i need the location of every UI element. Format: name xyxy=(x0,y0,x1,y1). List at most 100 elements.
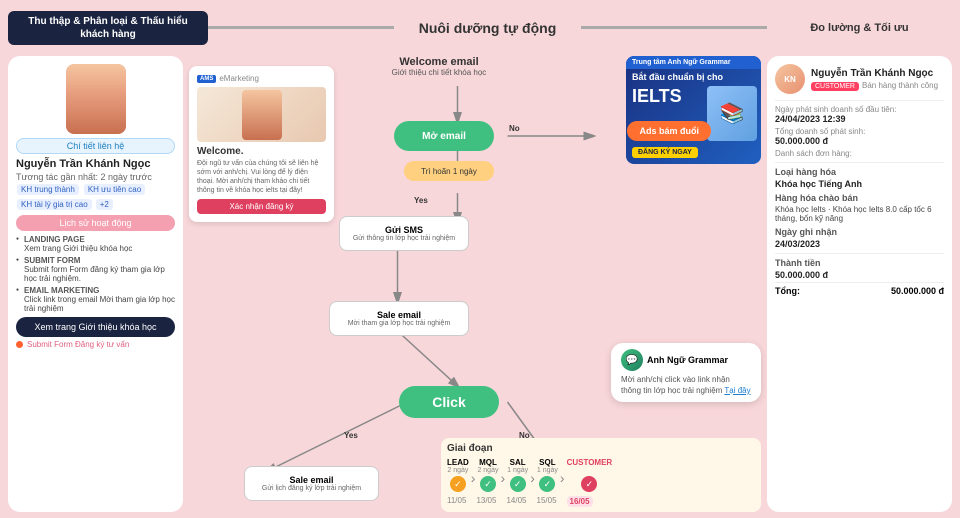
right-avatar: KN xyxy=(775,64,805,94)
ielts-subtitle: Bắt đầu chuẩn bị cho xyxy=(626,69,761,86)
connector-right xyxy=(581,26,767,29)
history-item-1: SUBMIT FORM Submit form Form đăng ký tha… xyxy=(16,256,175,283)
tag-priority: KH ưu tiên cao xyxy=(84,184,145,195)
order-date-value: 24/03/2023 xyxy=(775,239,944,249)
click-box: Click xyxy=(399,386,499,418)
stage-lead-circle: ✓ xyxy=(450,476,466,492)
ielts-register-btn[interactable]: ĐĂNG KÝ NGAY xyxy=(632,147,698,158)
sms-sender: Anh Ngữ Grammar xyxy=(647,355,728,365)
header-left-badge: Thu thập & Phân loại & Thấu hiểu khách h… xyxy=(8,11,208,45)
ielts-image: 📚 xyxy=(707,86,757,141)
connector-left xyxy=(208,26,394,29)
arrow-3: › xyxy=(530,458,535,486)
product-type-title: Loại hàng hóa xyxy=(775,167,944,177)
total-value: 50.000.000 đ xyxy=(775,270,944,280)
header-left: Thu thập & Phân loại & Thấu hiểu khách h… xyxy=(8,5,208,50)
tri-hoan-box: Trì hoãn 1 ngày xyxy=(404,161,494,181)
order-date-label: Ngày ghi nhận xyxy=(775,227,944,237)
history-item-1-title: SUBMIT FORM xyxy=(24,256,175,265)
history-item-0-title: LANDING PAGE xyxy=(24,235,175,244)
sms-text-content: Mời anh/chị click vào link nhận thông ti… xyxy=(621,375,730,394)
main-content: Chí tiết liên hệ Nguyễn Trần Khánh Ngọc … xyxy=(0,50,960,518)
stage-customer-days xyxy=(588,467,590,474)
giai-doan-section: Giai đoạn LEAD 2 ngày ✓ › MQL 2 ngày ✓ ›… xyxy=(441,438,761,512)
sms-chat-bubble: 💬 Anh Ngữ Grammar Mời anh/chị click vào … xyxy=(611,343,761,402)
right-avatar-row: KN Nguyễn Trần Khánh Ngọc CUSTOMER Bán h… xyxy=(775,64,944,94)
history-item-2-title: EMAIL MARKETING xyxy=(24,286,175,295)
history-item-2-desc: Click link trong email Mời tham gia lớp … xyxy=(24,295,175,313)
grand-total-value: 50.000.000 đ xyxy=(891,286,944,296)
divider-1 xyxy=(775,100,944,101)
arrow-2: › xyxy=(500,458,505,486)
contact-badge: Chí tiết liên hệ xyxy=(16,138,175,154)
dot-icon xyxy=(16,341,23,348)
email-logo: AMS xyxy=(197,75,216,83)
avatar-person xyxy=(66,64,126,134)
last-interact: Tương tác gần nhất: 2 ngày trước xyxy=(16,172,175,182)
header-mid: Nuôi dưỡng tự động xyxy=(394,5,580,50)
date-3: 15/05 xyxy=(537,496,557,507)
sale-email-2-box: Sale email Gửi lịch đăng ký lớp trải ngh… xyxy=(244,466,379,501)
gui-sms-box: Gửi SMS Gửi thông tin lớp học trải nghiệ… xyxy=(339,216,469,251)
tag-loyal: KH trung thành xyxy=(17,184,79,195)
history-item-1-desc: Submit form Form đăng ký tham gia lớp họ… xyxy=(24,265,175,283)
divider-2 xyxy=(775,162,944,163)
ielts-banner: Trung tâm Anh Ngữ Grammar Bắt đầu chuẩn … xyxy=(626,56,761,164)
stage-customer: CUSTOMER ✓ xyxy=(567,458,613,492)
gui-sms-title: Gửi SMS xyxy=(385,225,423,235)
mo-email-box: Mở email xyxy=(394,121,494,151)
ads-button: Ads bám đuổi xyxy=(627,121,711,141)
customer-badge: CUSTOMER xyxy=(811,82,859,91)
history-item-0: LANDING PAGE Xem trang Giới thiệu khóa h… xyxy=(16,235,175,253)
header-mid-text: Nuôi dưỡng tự động xyxy=(419,20,557,36)
history-button[interactable]: Lịch sử hoạt động xyxy=(16,215,175,231)
history-item-0-desc: Xem trang Giới thiệu khóa học xyxy=(24,244,175,253)
sale-email-1-title: Sale email xyxy=(377,310,421,320)
giai-doan-title: Giai đoạn xyxy=(447,443,755,454)
date-field: Ngày phát sinh doanh số đầu tiên: 24/04/… xyxy=(775,105,944,124)
tag-value: KH tài lý gia trị cao xyxy=(17,199,92,210)
arrow-4: › xyxy=(560,458,565,486)
stage-sql-label: SQL xyxy=(539,458,555,467)
product-label: Hàng hóa chào bán xyxy=(775,193,944,203)
product-type-value: Khóa học Tiếng Anh xyxy=(775,179,944,189)
stage-mql-label: MQL xyxy=(479,458,497,467)
stage-mql-circle: ✓ xyxy=(480,476,496,492)
stage-customer-label: CUSTOMER xyxy=(567,458,613,467)
email-card-image xyxy=(197,87,326,142)
gui-sms-sub: Gửi thông tin lớp học trải nghiệm xyxy=(353,235,455,242)
orders-label: Danh sách đơn hàng: xyxy=(775,149,944,158)
view-course-button[interactable]: Xem trang Giới thiệu khóa học xyxy=(16,317,175,337)
sale-email-1-box: Sale email Mời tham gia lớp học trải ngh… xyxy=(329,301,469,336)
submit-form-label: Submit Form Đăng ký tư vấn xyxy=(27,340,129,349)
total-label: Thành tiền xyxy=(775,258,944,268)
stage-sql-circle: ✓ xyxy=(539,476,555,492)
stage-sql-days: 1 ngày xyxy=(537,467,558,474)
date-1: 13/05 xyxy=(476,496,496,507)
divider-3 xyxy=(775,253,944,254)
dates-row: 11/05 13/05 14/05 15/05 16/05 xyxy=(447,496,755,507)
stage-mql: MQL 2 ngày ✓ xyxy=(477,458,498,492)
revenue-value: 50.000.000 đ xyxy=(775,136,944,146)
stage-lead-days: 2 ngày xyxy=(447,467,468,474)
email-preview-card: AMS eMarketing Welcome. Đội ngũ tư vấn c… xyxy=(189,66,334,222)
orders-field: Danh sách đơn hàng: xyxy=(775,149,944,158)
stage-customer-circle: ✓ xyxy=(581,476,597,492)
stages-row: LEAD 2 ngày ✓ › MQL 2 ngày ✓ › SAL 1 ngà… xyxy=(447,458,755,492)
arrow-1: › xyxy=(471,458,476,486)
history-item-2: EMAIL MARKETING Click link trong email M… xyxy=(16,286,175,313)
date-label: Ngày phát sinh doanh số đầu tiên: xyxy=(775,105,944,114)
sale-email-1-sub: Mời tham gia lớp học trải nghiệm xyxy=(348,320,451,327)
email-brand: eMarketing xyxy=(219,74,259,83)
email-card-header: AMS eMarketing xyxy=(197,74,326,83)
stage-sal-days: 1 ngày xyxy=(507,467,528,474)
sms-link[interactable]: Tại đây xyxy=(724,386,750,395)
product-type-field: Khóa học Tiếng Anh xyxy=(775,179,944,189)
welcome-email-box: Welcome email Giới thiệu chi tiết khóa h… xyxy=(339,56,539,77)
email-body-text: Đội ngũ tư vấn của chúng tôi sẽ liên hệ … xyxy=(197,159,326,195)
date-4: 16/05 xyxy=(567,496,593,507)
header: Thu thập & Phân loại & Thấu hiểu khách h… xyxy=(0,0,960,50)
confirm-btn[interactable]: Xác nhận đăng ký xyxy=(197,199,326,214)
label-yes-1: Yes xyxy=(414,196,428,205)
stage-sal-circle: ✓ xyxy=(510,476,526,492)
